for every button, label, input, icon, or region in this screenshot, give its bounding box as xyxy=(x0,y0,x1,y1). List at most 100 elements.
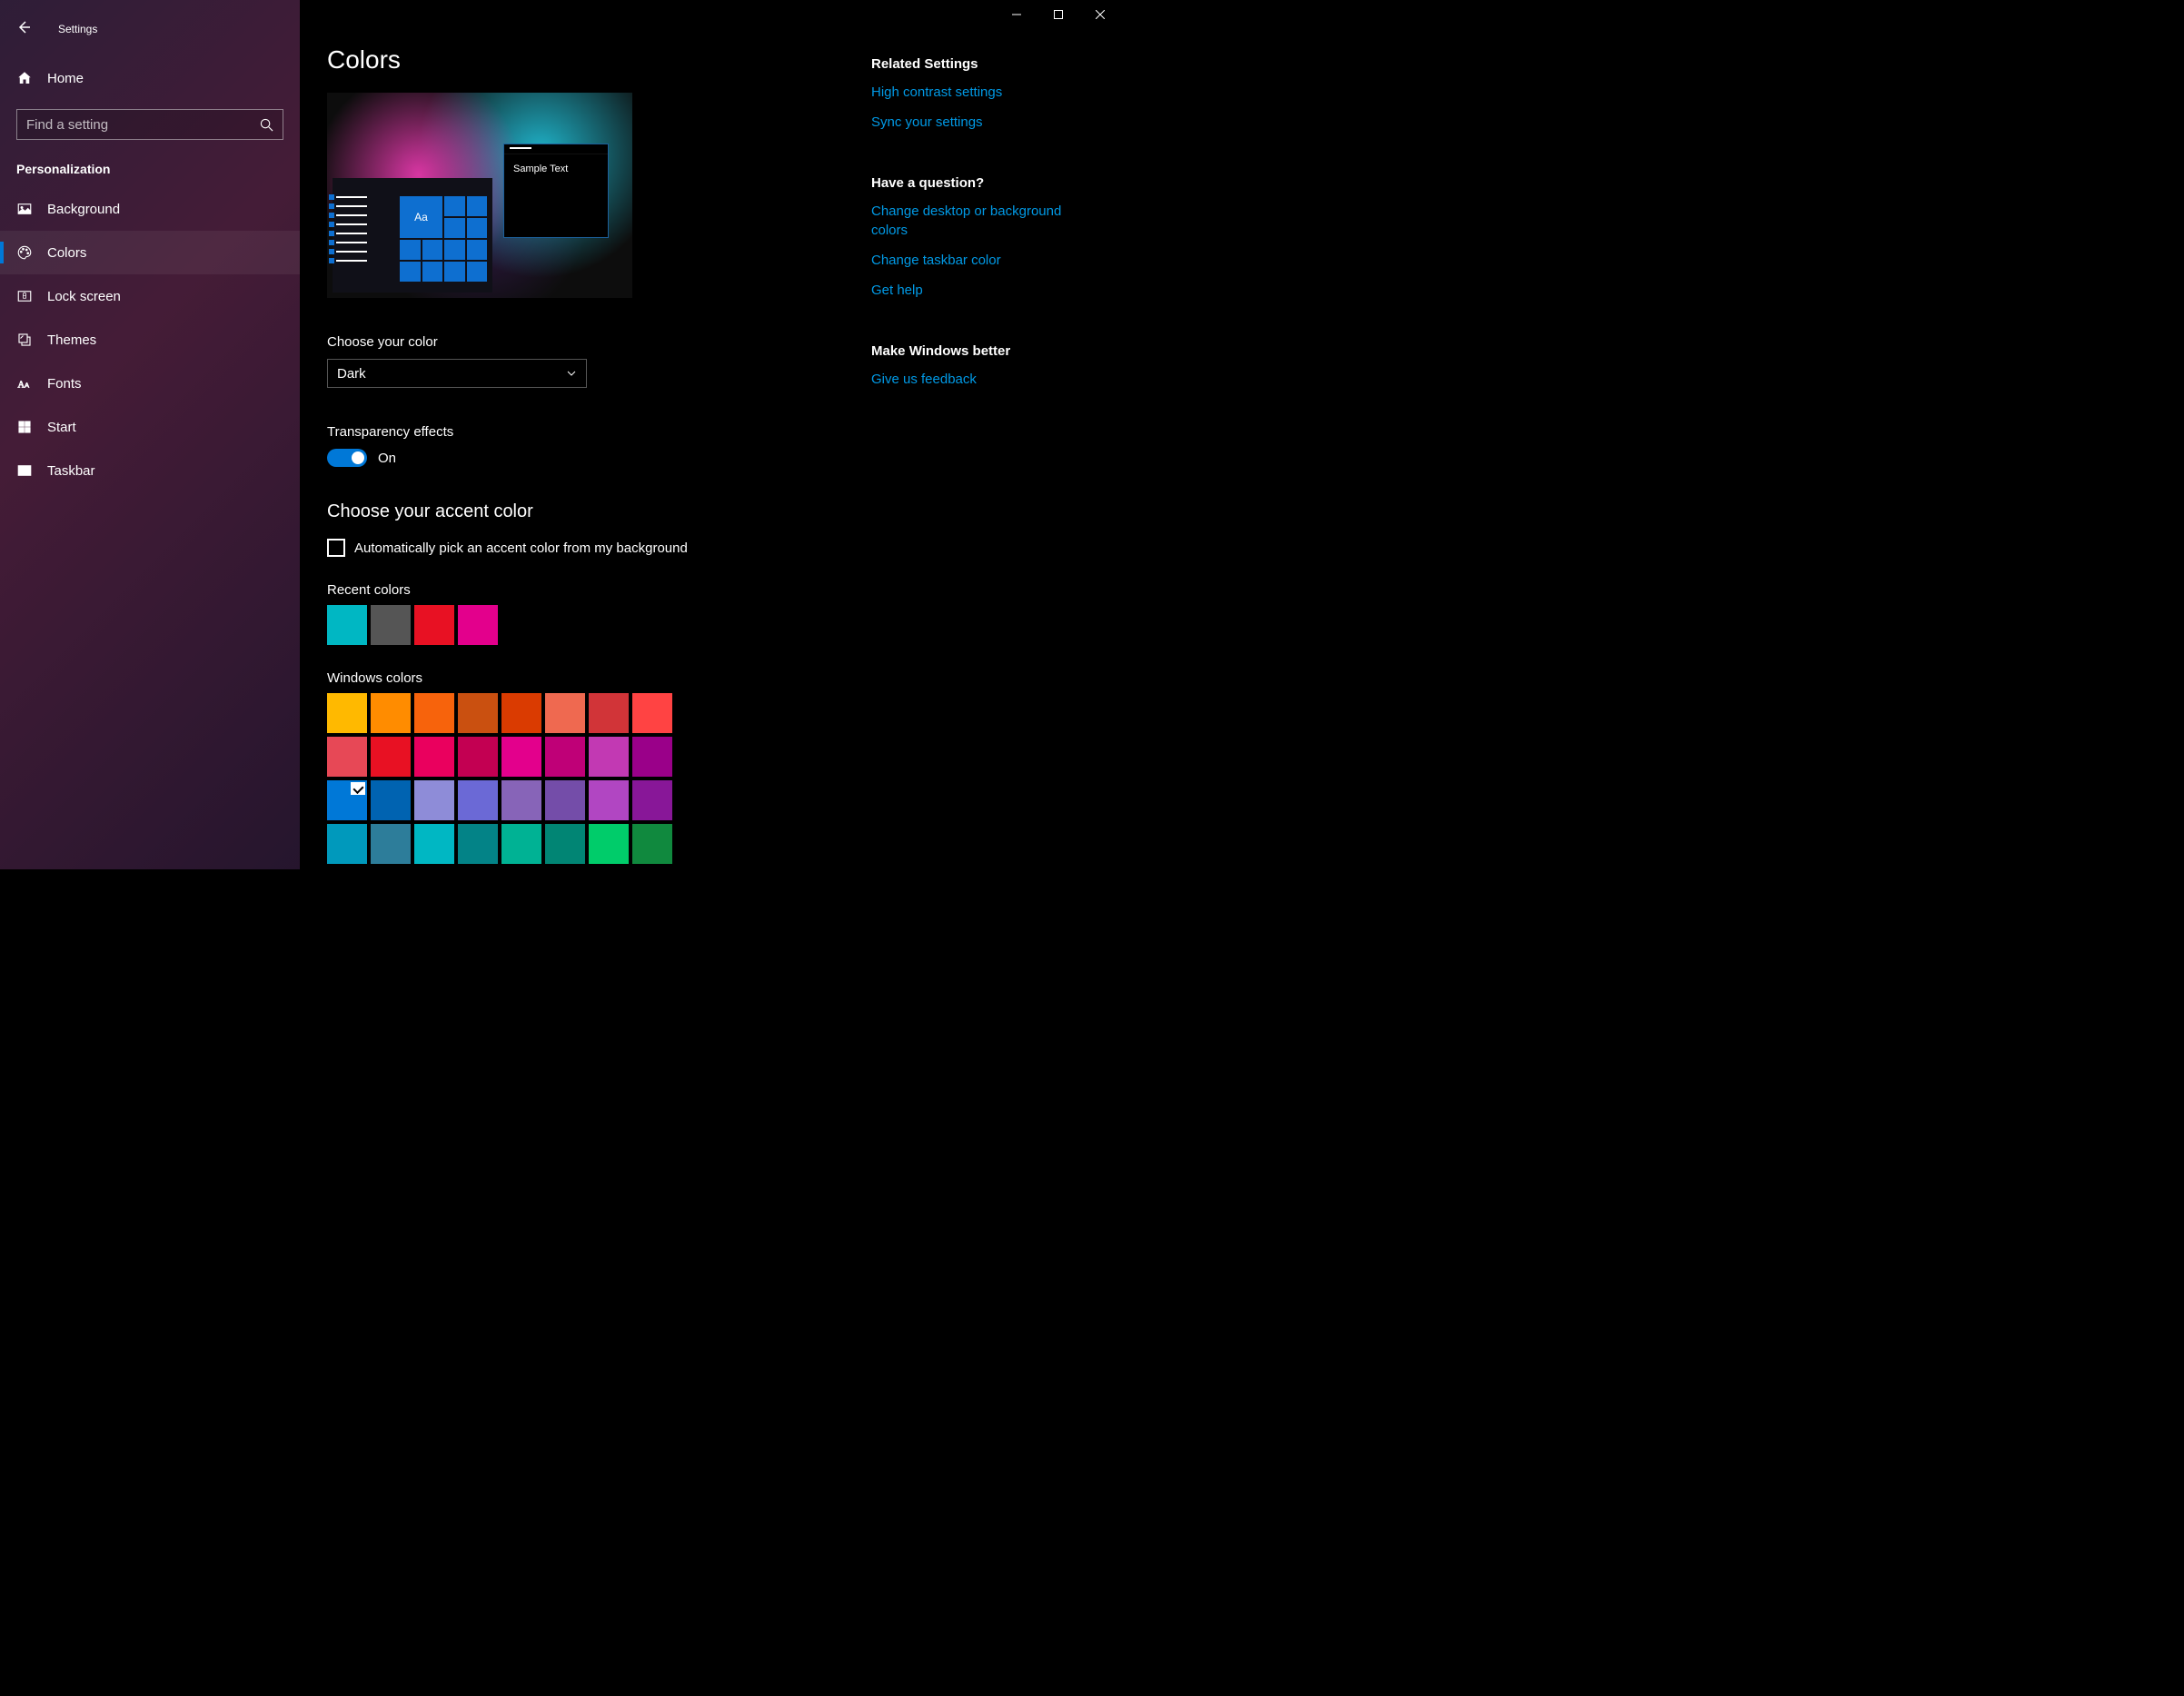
transparency-toggle[interactable] xyxy=(327,449,367,467)
auto-accent-checkbox[interactable] xyxy=(327,539,345,557)
link-give-feedback[interactable]: Give us feedback xyxy=(871,370,1094,389)
chevron-down-icon xyxy=(566,368,577,379)
sidebar-section-title: Personalization xyxy=(0,140,300,187)
search-box[interactable] xyxy=(16,109,283,140)
link-high-contrast[interactable]: High contrast settings xyxy=(871,83,1094,102)
maximize-icon xyxy=(1054,10,1063,19)
link-get-help[interactable]: Get help xyxy=(871,281,1094,300)
color-swatch[interactable] xyxy=(589,824,629,864)
link-sync-settings[interactable]: Sync your settings xyxy=(871,113,1094,132)
transparency-state: On xyxy=(378,451,396,466)
sidebar-item-start[interactable]: Start xyxy=(0,405,300,449)
color-swatch[interactable] xyxy=(632,693,672,733)
color-swatch[interactable] xyxy=(632,780,672,820)
close-button[interactable] xyxy=(1079,0,1121,29)
close-icon xyxy=(1096,10,1105,19)
color-swatch[interactable] xyxy=(632,737,672,777)
choose-color-value: Dark xyxy=(337,366,366,382)
sidebar-item-lock-screen[interactable]: Lock screen xyxy=(0,274,300,318)
make-better-title: Make Windows better xyxy=(871,343,1094,359)
color-preview: Sample Text Aa xyxy=(327,93,632,298)
color-swatch[interactable] xyxy=(371,780,411,820)
color-swatch[interactable] xyxy=(501,737,541,777)
recent-colors-grid xyxy=(327,605,854,645)
color-swatch[interactable] xyxy=(371,693,411,733)
minimize-button[interactable] xyxy=(996,0,1037,29)
auto-accent-checkbox-row[interactable]: Automatically pick an accent color from … xyxy=(327,539,854,557)
color-swatch[interactable] xyxy=(414,737,454,777)
sidebar-item-background[interactable]: Background xyxy=(0,187,300,231)
windows-colors-label: Windows colors xyxy=(327,670,854,686)
color-swatch[interactable] xyxy=(414,824,454,864)
color-swatch[interactable] xyxy=(327,693,367,733)
content-area: Colors Sample Text Aa xyxy=(300,0,1121,869)
transparency-label: Transparency effects xyxy=(327,424,854,440)
color-swatch[interactable] xyxy=(589,693,629,733)
color-swatch[interactable] xyxy=(371,824,411,864)
start-icon xyxy=(16,419,33,435)
search-icon xyxy=(260,118,273,132)
maximize-button[interactable] xyxy=(1037,0,1079,29)
color-swatch[interactable] xyxy=(589,737,629,777)
color-swatch[interactable] xyxy=(414,605,454,645)
preview-sample-text: Sample Text xyxy=(504,154,608,183)
preview-sample-window: Sample Text xyxy=(503,144,609,238)
color-swatch[interactable] xyxy=(458,824,498,864)
color-swatch[interactable] xyxy=(327,737,367,777)
page-title: Colors xyxy=(327,45,854,74)
home-icon xyxy=(16,70,33,86)
accent-heading: Choose your accent color xyxy=(327,501,854,522)
minimize-icon xyxy=(1012,10,1021,19)
color-swatch[interactable] xyxy=(458,605,498,645)
sidebar-item-label: Themes xyxy=(47,332,96,348)
related-settings-title: Related Settings xyxy=(871,56,1094,72)
color-swatch[interactable] xyxy=(632,824,672,864)
color-swatch[interactable] xyxy=(501,824,541,864)
color-swatch[interactable] xyxy=(589,780,629,820)
link-change-desktop-colors[interactable]: Change desktop or background colors xyxy=(871,202,1094,240)
color-swatch[interactable] xyxy=(501,780,541,820)
color-swatch[interactable] xyxy=(327,605,367,645)
themes-icon xyxy=(16,332,33,348)
color-swatch[interactable] xyxy=(414,693,454,733)
choose-color-dropdown[interactable]: Dark xyxy=(327,359,587,388)
color-swatch[interactable] xyxy=(458,780,498,820)
home-label: Home xyxy=(47,71,84,86)
palette-icon xyxy=(16,244,33,261)
sidebar-item-taskbar[interactable]: Taskbar xyxy=(0,449,300,492)
color-swatch[interactable] xyxy=(545,824,585,864)
sidebar-item-label: Colors xyxy=(47,245,86,261)
color-swatch[interactable] xyxy=(414,780,454,820)
lock-screen-icon xyxy=(16,288,33,304)
auto-accent-label: Automatically pick an accent color from … xyxy=(354,541,688,556)
sidebar-item-fonts[interactable]: AA Fonts xyxy=(0,362,300,405)
link-change-taskbar-color[interactable]: Change taskbar color xyxy=(871,251,1094,270)
sidebar-item-themes[interactable]: Themes xyxy=(0,318,300,362)
app-title: Settings xyxy=(58,23,97,35)
sidebar-item-colors[interactable]: Colors xyxy=(0,231,300,274)
taskbar-icon xyxy=(16,462,33,479)
sidebar-item-label: Background xyxy=(47,202,120,217)
color-swatch[interactable] xyxy=(327,780,367,820)
home-button[interactable]: Home xyxy=(0,58,300,98)
color-swatch[interactable] xyxy=(458,693,498,733)
color-swatch[interactable] xyxy=(501,693,541,733)
search-input[interactable] xyxy=(26,117,260,133)
color-swatch[interactable] xyxy=(371,737,411,777)
color-swatch[interactable] xyxy=(545,693,585,733)
color-swatch[interactable] xyxy=(545,737,585,777)
sidebar: Settings Home Personalization Background… xyxy=(0,0,300,869)
color-swatch[interactable] xyxy=(371,605,411,645)
color-swatch[interactable] xyxy=(327,824,367,864)
sidebar-item-label: Fonts xyxy=(47,376,82,392)
color-swatch[interactable] xyxy=(458,737,498,777)
choose-color-label: Choose your color xyxy=(327,334,854,350)
window-controls xyxy=(996,0,1121,29)
back-button[interactable] xyxy=(16,20,31,39)
picture-icon xyxy=(16,201,33,217)
back-arrow-icon xyxy=(16,20,31,35)
color-swatch[interactable] xyxy=(545,780,585,820)
recent-colors-label: Recent colors xyxy=(327,582,854,598)
have-question-title: Have a question? xyxy=(871,175,1094,191)
preview-tile-aa: Aa xyxy=(400,196,442,238)
